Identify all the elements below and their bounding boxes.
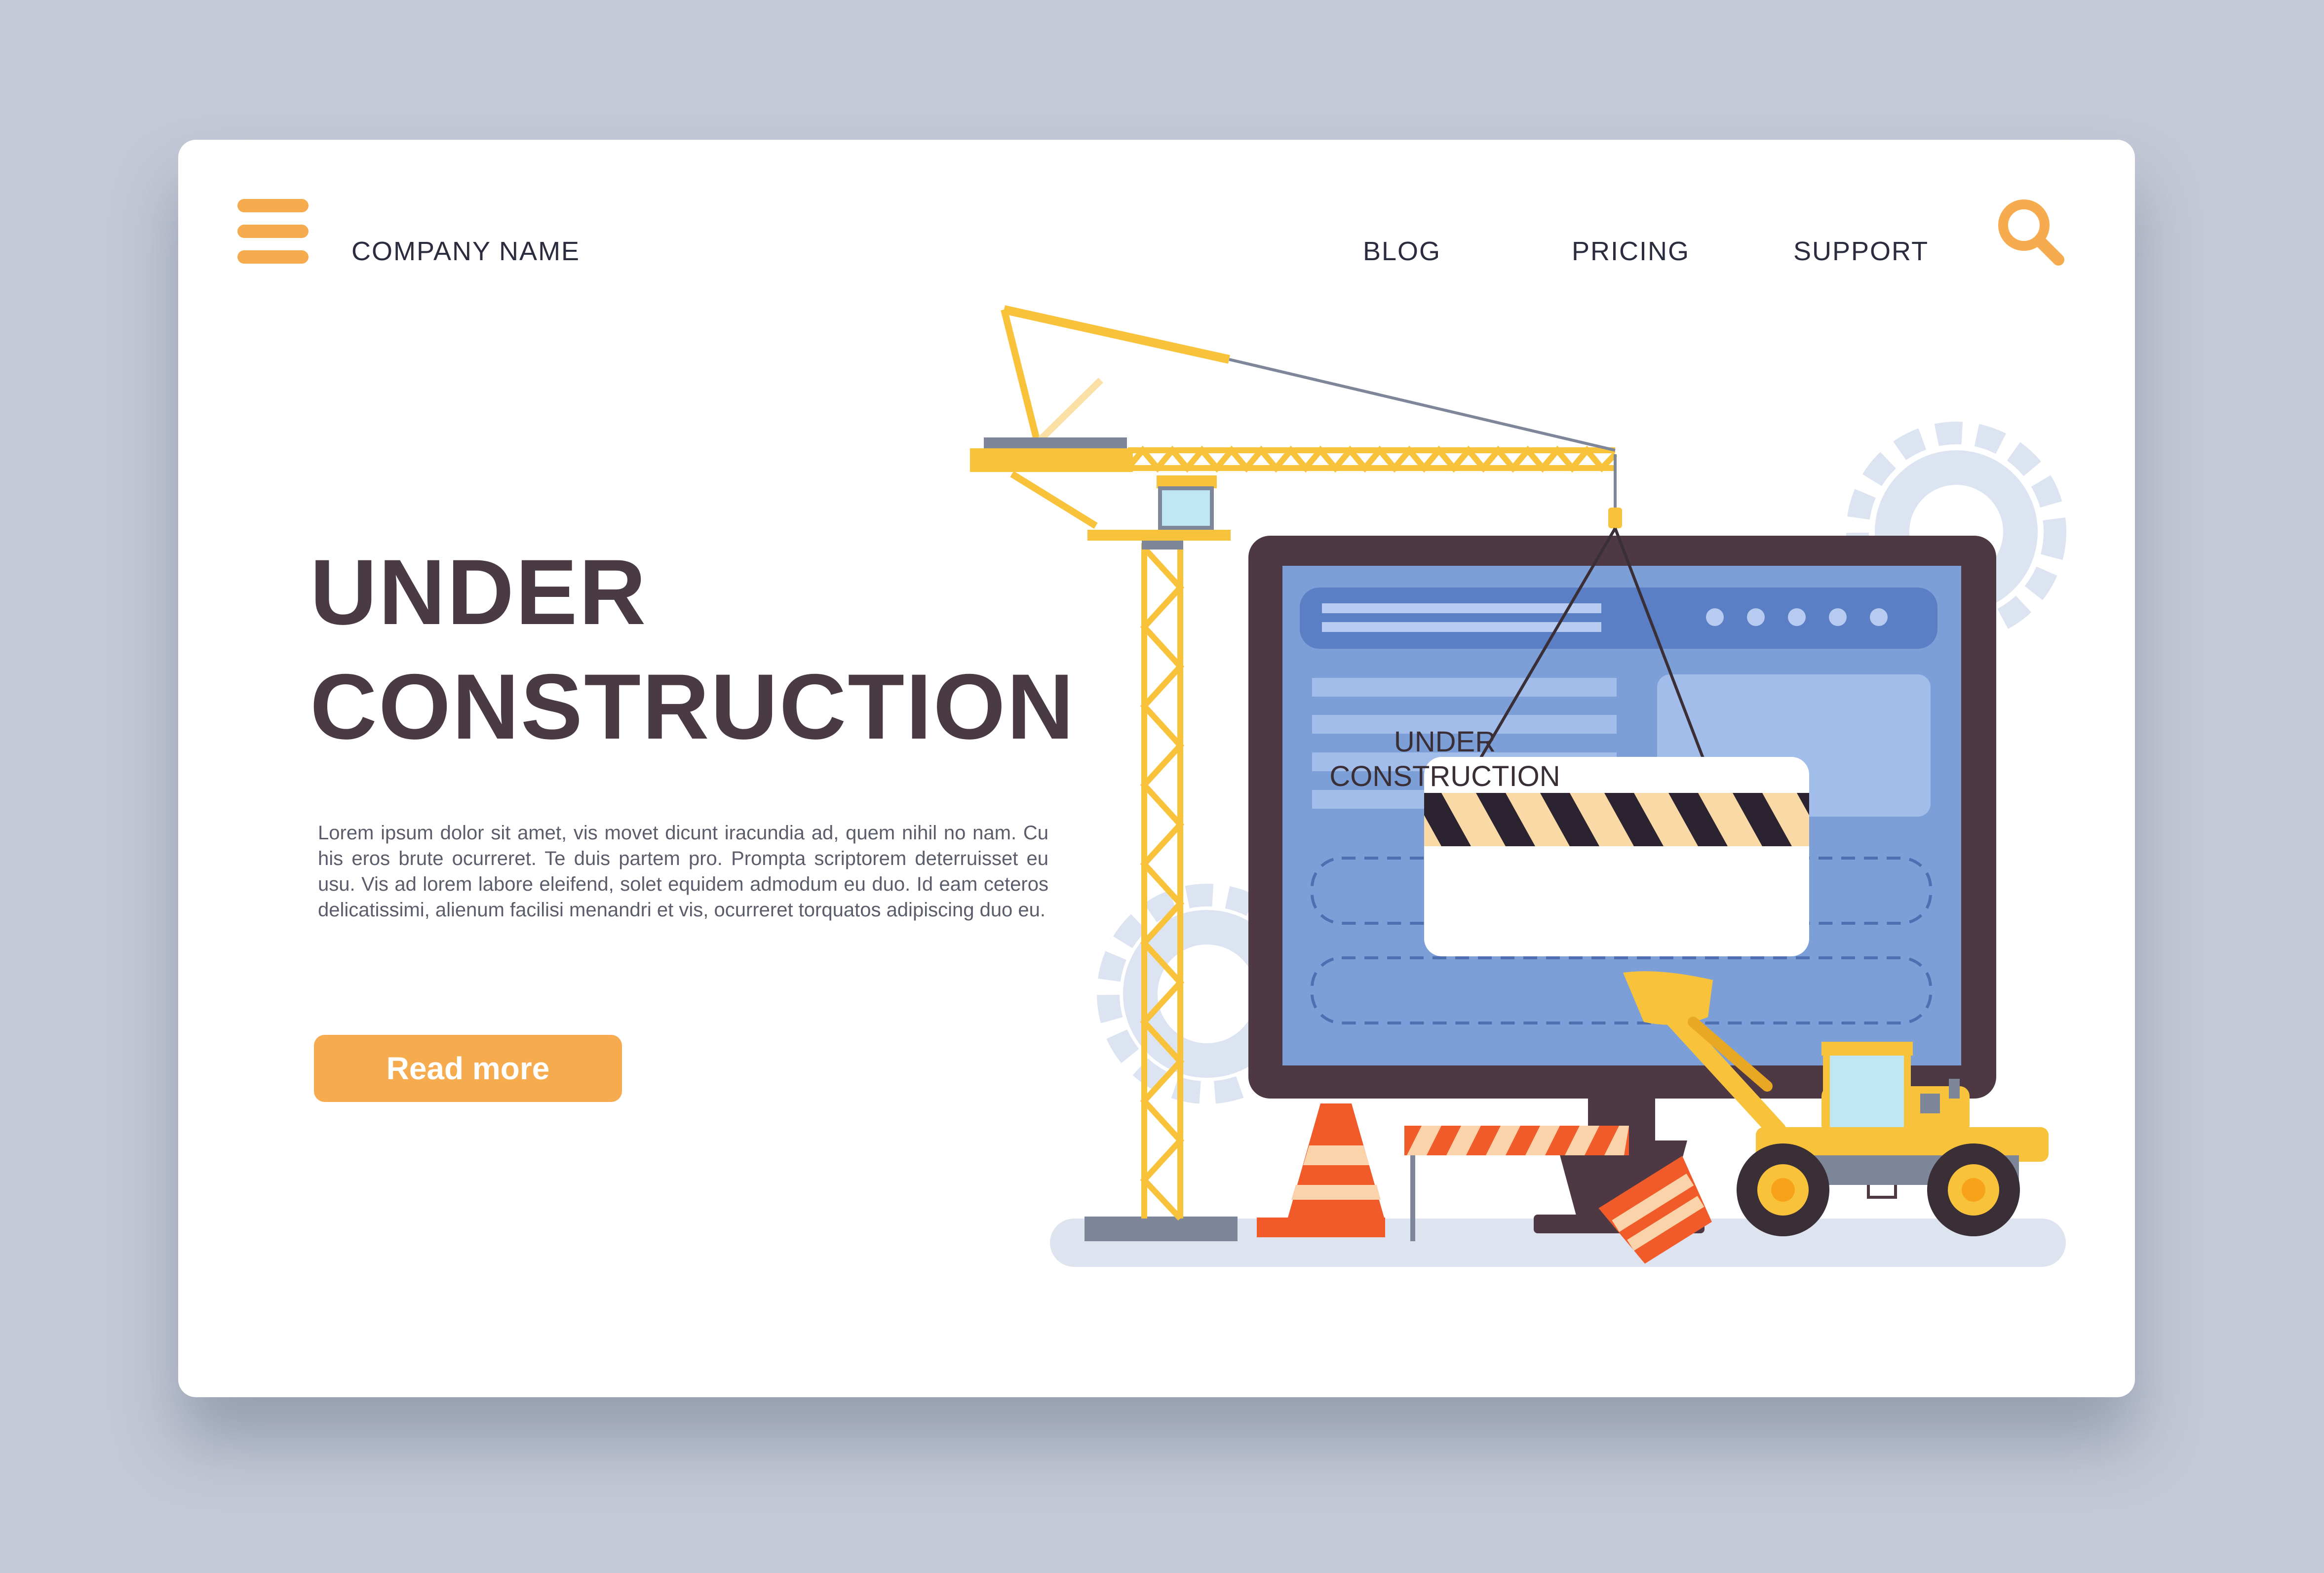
- sign-label-line1: UNDER: [1394, 726, 1496, 758]
- sign-label-line2: CONSTRUCTION: [1329, 760, 1560, 792]
- sign-label: UNDER CONSTRUCTION: [1252, 725, 1637, 794]
- crane-hook: [1608, 508, 1622, 528]
- crane-cabin: [1158, 486, 1214, 530]
- loader-wheel-front: [1737, 1143, 1829, 1236]
- crane-base: [1085, 1217, 1238, 1241]
- crane-jib-base: [970, 448, 1133, 472]
- construction-illustration: [970, 305, 2066, 1267]
- loader-cabin: [1823, 1043, 1911, 1134]
- traffic-cone: [1257, 1103, 1385, 1237]
- crane-cable: [1229, 358, 1616, 452]
- loader-wheel-rear: [1927, 1143, 2020, 1236]
